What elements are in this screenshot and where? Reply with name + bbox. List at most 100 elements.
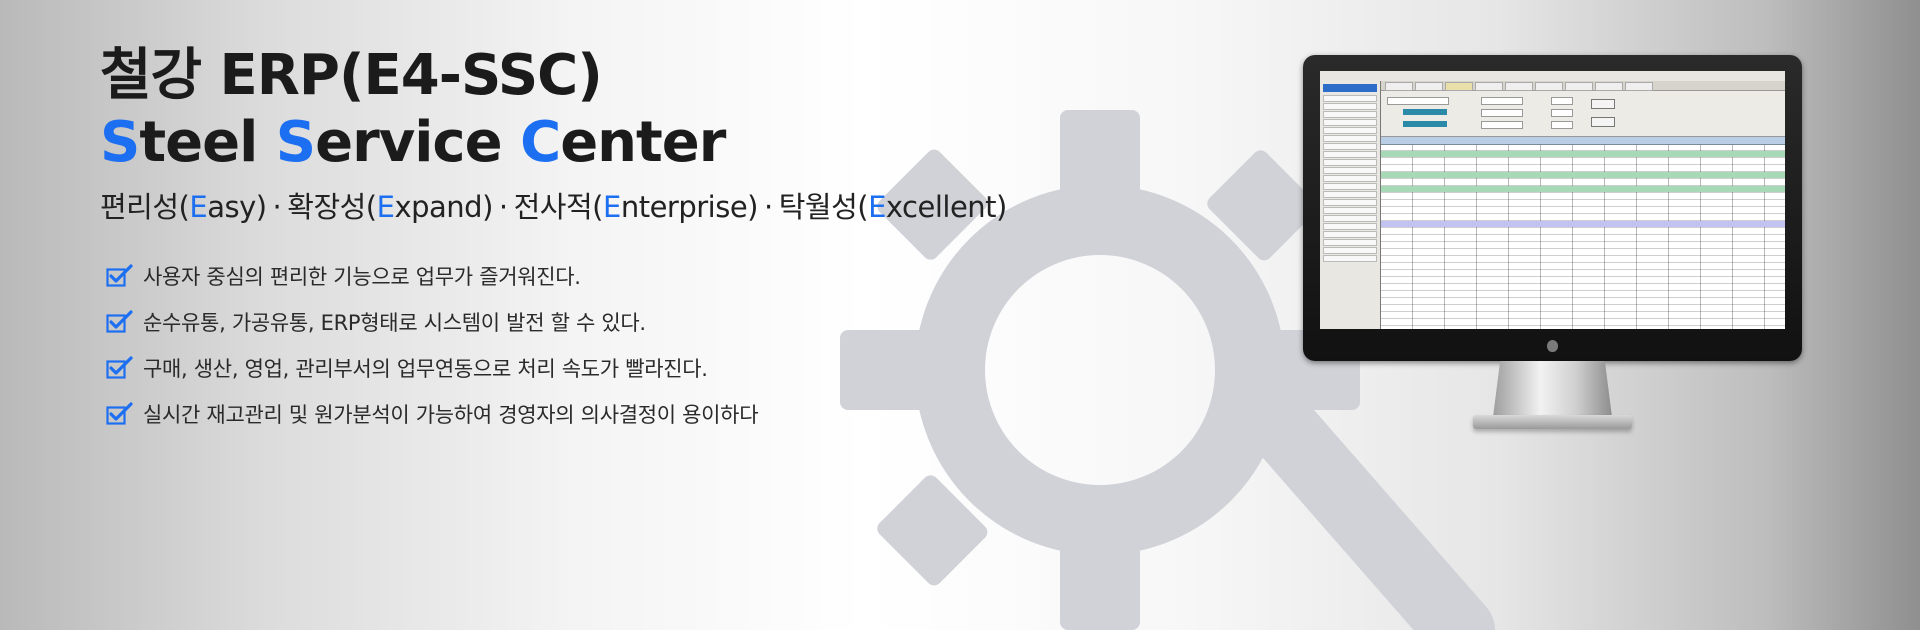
screen-field [1551, 97, 1573, 105]
screen-tab [1385, 82, 1413, 91]
title-line-2: Steel Service Center [100, 109, 1007, 176]
screen-field [1481, 109, 1523, 117]
screen-tab [1595, 82, 1623, 91]
screen-main [1381, 81, 1785, 329]
keyword-text: nterprise) [620, 190, 759, 225]
monitor-stand-base [1473, 415, 1632, 429]
screen-tabs [1381, 81, 1785, 91]
screen-menu-item [1323, 175, 1377, 182]
erp-screenshot [1320, 71, 1785, 329]
title-word-rest: enter [560, 110, 726, 176]
keyword-text: 탁월성( [778, 190, 869, 225]
screen-tab [1505, 82, 1533, 91]
screen-tab [1535, 82, 1563, 91]
monitor-illustration [1303, 55, 1802, 433]
monitor-stand [1493, 361, 1612, 417]
screen-field [1551, 109, 1573, 117]
keyword-text: asy) [207, 190, 267, 225]
keyword-text: 편리성( [100, 190, 190, 225]
screen-menu-item [1323, 239, 1377, 246]
screen-grid-selected-row [1381, 221, 1785, 227]
feature-list: 사용자 중심의 편리한 기능으로 업무가 즐거워진다. 순수유통, 가공유통, … [106, 253, 1007, 437]
screen-tab [1565, 82, 1593, 91]
checkbox-check-icon [106, 356, 133, 379]
screen-tab [1475, 82, 1503, 91]
title-accent-letter: S [100, 110, 140, 176]
screen-field [1481, 121, 1523, 129]
keyword-text: xcellent) [885, 190, 1007, 225]
screen-menu-item [1323, 255, 1377, 262]
checkbox-check-icon [106, 264, 133, 287]
screen-field [1551, 121, 1573, 129]
screen-grid-group-row [1381, 172, 1785, 178]
title-line-1: 철강 ERP(E4-SSC) [100, 43, 603, 108]
separator-dot: · [763, 190, 773, 225]
screen-menu-item [1323, 247, 1377, 254]
feature-item: 실시간 재고관리 및 원가분석이 가능하여 경영자의 의사결정이 용이하다 [106, 391, 1007, 437]
feature-text: 순수유통, 가공유통, ERP형태로 시스템이 발전 할 수 있다. [143, 311, 646, 336]
screen-form [1381, 91, 1785, 137]
page-title: 철강 ERP(E4-SSC) Steel Service Center [100, 42, 1007, 176]
screen-menu-item [1323, 215, 1377, 222]
keyword-accent: E [602, 190, 621, 225]
screen-menu-item [1323, 159, 1377, 166]
subtitle-keywords: 편리성(Easy) · 확장성(Expand) · 전사적(Enterprise) · 탁월… [100, 190, 1007, 225]
screen-menu-item [1323, 103, 1377, 110]
checkbox-check-icon [106, 402, 133, 425]
screen-data-grid [1381, 137, 1785, 329]
screen-menu-item [1323, 191, 1377, 198]
screen-sidebar [1320, 81, 1381, 329]
screen-menu-item [1323, 151, 1377, 158]
screen-grid-header [1381, 137, 1785, 145]
screen-menu-item [1323, 199, 1377, 206]
screen-field [1481, 97, 1523, 105]
feature-item: 사용자 중심의 편리한 기능으로 업무가 즐거워진다. [106, 253, 1007, 299]
title-word-rest: ervice [315, 110, 521, 176]
keyword-expand: 확장성(Expand) [287, 190, 493, 224]
screen-menu-item [1323, 111, 1377, 118]
screen-tab [1445, 82, 1473, 91]
keyword-accent: E [189, 190, 208, 225]
screen-menu-item [1323, 95, 1377, 102]
keyword-easy: 편리성(Easy) [100, 190, 267, 224]
screen-field [1387, 97, 1449, 105]
screen-menu-item [1323, 119, 1377, 126]
title-accent-letter: S [275, 110, 316, 176]
keyword-accent: E [376, 190, 395, 225]
screen-button [1591, 117, 1615, 127]
keyword-text: xpand) [394, 190, 493, 225]
screen-menu-item [1323, 207, 1377, 214]
screen-menu-item [1323, 231, 1377, 238]
apple-logo-icon [1547, 340, 1558, 352]
screen-menu-item [1323, 127, 1377, 134]
feature-text: 구매, 생산, 영업, 관리부서의 업무연동으로 처리 속도가 빨라진다. [143, 357, 708, 382]
screen-grid-group-row [1381, 186, 1785, 192]
keyword-enterprise: 전사적(Enterprise) [513, 190, 759, 225]
separator-dot: · [272, 190, 282, 225]
screen-field [1403, 121, 1447, 127]
keyword-accent: E [868, 190, 886, 225]
screen-button [1591, 99, 1615, 109]
screen-menu-item [1323, 223, 1377, 230]
keyword-excellent: 탁월성(Excellent) [778, 190, 1008, 225]
title-accent-letter: C [520, 110, 561, 176]
checkbox-check-icon [106, 310, 133, 333]
screen-field [1403, 109, 1447, 115]
screen-menu-item [1323, 135, 1377, 142]
screen-tab [1415, 82, 1443, 91]
screen-tab [1625, 82, 1653, 91]
screen-grid-group-row [1381, 151, 1785, 157]
title-word-rest: teel [139, 110, 276, 176]
screen-menu-item [1323, 167, 1377, 174]
monitor-bezel [1303, 55, 1802, 361]
feature-text: 사용자 중심의 편리한 기능으로 업무가 즐거워진다. [143, 265, 581, 290]
hero-section: 철강 ERP(E4-SSC) Steel Service Center 편리성(… [100, 42, 1007, 437]
keyword-text: 전사적( [513, 190, 604, 225]
screen-menu-item [1323, 143, 1377, 150]
feature-text: 실시간 재고관리 및 원가분석이 가능하여 경영자의 의사결정이 용이하다 [143, 403, 759, 428]
separator-dot: · [498, 190, 508, 225]
feature-item: 구매, 생산, 영업, 관리부서의 업무연동으로 처리 속도가 빨라진다. [106, 345, 1007, 391]
screen-logo [1323, 84, 1377, 92]
keyword-text: 확장성( [287, 190, 377, 225]
feature-item: 순수유통, 가공유통, ERP형태로 시스템이 발전 할 수 있다. [106, 299, 1007, 345]
